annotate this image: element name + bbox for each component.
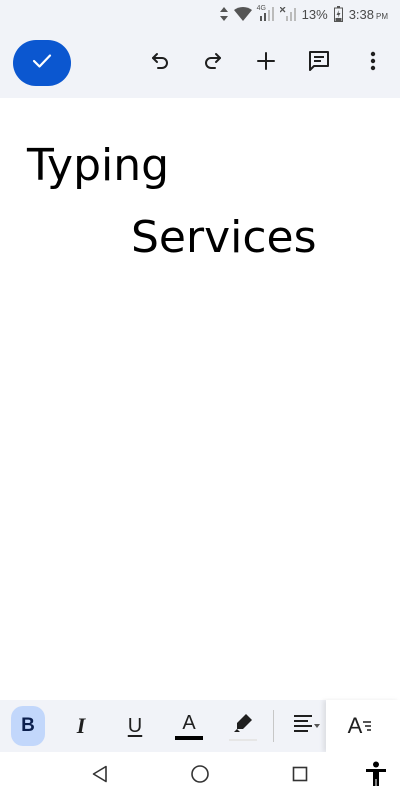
cell-signal-icon: 4G	[256, 5, 274, 21]
status-icons: 4G 13% 3:38 PM	[219, 0, 388, 28]
accessibility-button[interactable]	[362, 761, 390, 792]
underline-button[interactable]: U	[117, 706, 153, 746]
back-triangle-icon	[92, 765, 108, 788]
italic-button[interactable]: I	[63, 706, 99, 746]
bold-label: B	[21, 715, 35, 736]
recents-button[interactable]	[286, 762, 314, 790]
text-color-swatch	[175, 735, 203, 740]
underline-label: U	[127, 714, 143, 737]
highlight-swatch	[229, 738, 257, 741]
format-toolbar: B I U A A	[0, 700, 400, 752]
text-style-label: A	[347, 713, 363, 738]
data-transfer-icon	[219, 7, 228, 21]
clock-ampm: PM	[376, 11, 388, 21]
italic-label: I	[76, 713, 86, 738]
document-body[interactable]: Typing Services	[0, 98, 400, 700]
clock: 3:38 PM	[349, 7, 388, 22]
navigation-bar	[0, 752, 400, 800]
more-vertical-icon	[370, 51, 376, 76]
done-button[interactable]	[13, 40, 71, 86]
toolbar-divider	[273, 710, 274, 742]
status-bar: 4G 13% 3:38 PM	[0, 0, 400, 28]
clock-time: 3:38	[348, 6, 374, 22]
highlight-button[interactable]	[225, 706, 261, 746]
redo-button[interactable]	[195, 45, 231, 81]
highlighter-icon	[232, 712, 254, 737]
back-button[interactable]	[86, 762, 114, 790]
comment-button[interactable]	[301, 45, 337, 81]
align-left-icon	[292, 713, 320, 740]
wifi-icon	[233, 7, 252, 21]
network-type-label: 4G	[256, 5, 266, 12]
bold-button[interactable]: B	[11, 706, 45, 746]
redo-icon	[203, 52, 223, 75]
document-line-2[interactable]: Services	[131, 216, 317, 260]
align-button[interactable]	[288, 706, 324, 746]
recents-square-icon	[292, 766, 308, 787]
plus-icon	[256, 51, 276, 76]
home-button[interactable]	[186, 762, 214, 790]
check-icon	[32, 53, 52, 74]
no-signal-icon	[279, 7, 296, 21]
accessibility-icon	[365, 761, 387, 792]
text-color-button[interactable]: A	[171, 706, 207, 746]
home-circle-icon	[190, 764, 210, 789]
top-toolbar	[0, 28, 400, 98]
more-options-button[interactable]	[355, 45, 391, 81]
text-color-label: A	[182, 711, 196, 734]
undo-button[interactable]	[142, 45, 178, 81]
screen: 4G 13% 3:38 PM Typing Services B I U A A	[0, 0, 400, 800]
insert-button[interactable]	[248, 45, 284, 81]
comment-icon	[307, 49, 331, 78]
battery-charging-icon	[333, 6, 343, 22]
battery-percent: 13%	[301, 6, 328, 22]
document-line-1[interactable]: Typing	[27, 144, 169, 188]
text-style-icon: A	[348, 713, 373, 739]
text-style-panel: A	[326, 700, 400, 752]
text-style-button[interactable]: A	[342, 706, 378, 746]
undo-icon	[150, 52, 170, 75]
